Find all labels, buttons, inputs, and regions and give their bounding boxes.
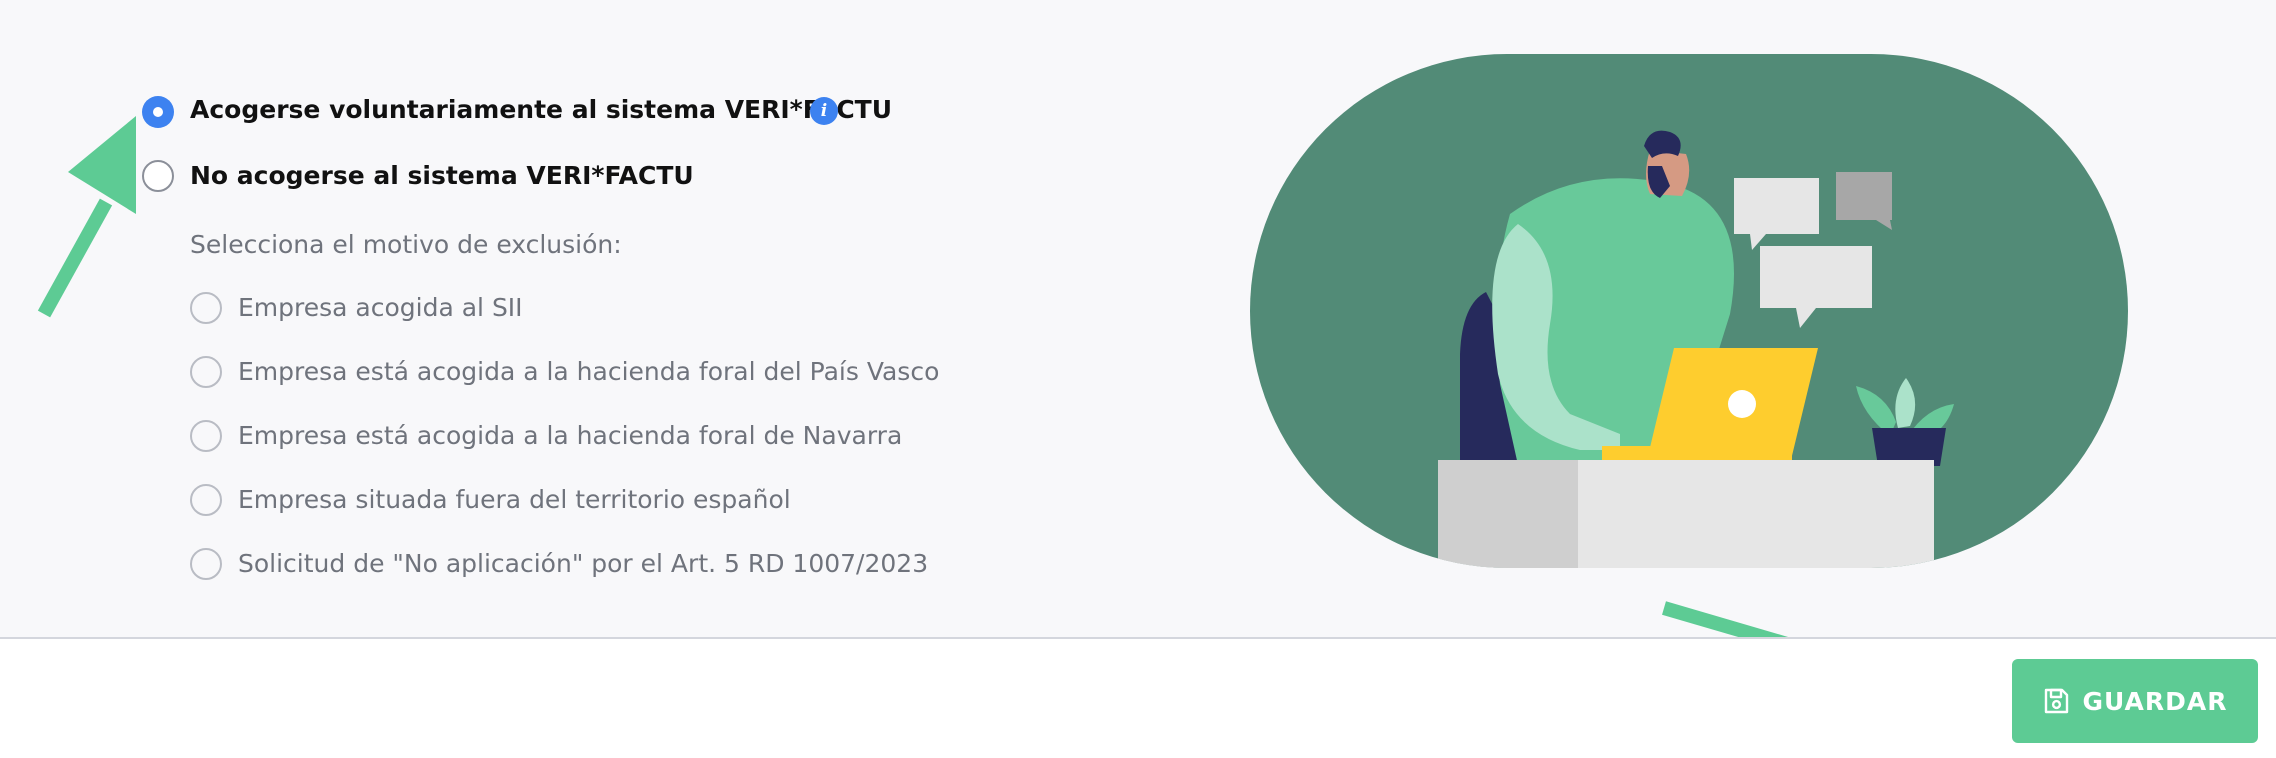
illustration xyxy=(1250,54,2128,568)
settings-panel: Acogerse voluntariamente al sistema VERI… xyxy=(0,0,2276,637)
radio-reason-pais-vasco[interactable] xyxy=(190,356,222,388)
info-icon[interactable]: i xyxy=(810,97,838,125)
footer-bar xyxy=(0,637,2276,758)
radio-reason-no-aplicacion[interactable] xyxy=(190,548,222,580)
save-button-label: GUARDAR xyxy=(2082,686,2228,716)
reason-label[interactable]: Empresa situada fuera del territorio esp… xyxy=(238,484,791,516)
reason-label[interactable]: Solicitud de "No aplicación" por el Art.… xyxy=(238,548,928,580)
arrow-icon xyxy=(37,116,136,318)
radio-reason-navarra[interactable] xyxy=(190,420,222,452)
reason-label[interactable]: Empresa acogida al SII xyxy=(238,292,523,324)
radio-reason-sii[interactable] xyxy=(190,292,222,324)
save-icon xyxy=(2042,687,2070,715)
radio-reason-fuera[interactable] xyxy=(190,484,222,516)
save-button[interactable]: GUARDAR xyxy=(2012,659,2258,743)
label-voluntary[interactable]: Acogerse voluntariamente al sistema VERI… xyxy=(190,94,892,126)
exclusion-prompt: Selecciona el motivo de exclusión: xyxy=(190,230,622,259)
label-not-voluntary[interactable]: No acogerse al sistema VERI*FACTU xyxy=(190,160,694,192)
reason-label[interactable]: Empresa está acogida a la hacienda foral… xyxy=(238,356,939,388)
reason-label[interactable]: Empresa está acogida a la hacienda foral… xyxy=(238,420,902,452)
